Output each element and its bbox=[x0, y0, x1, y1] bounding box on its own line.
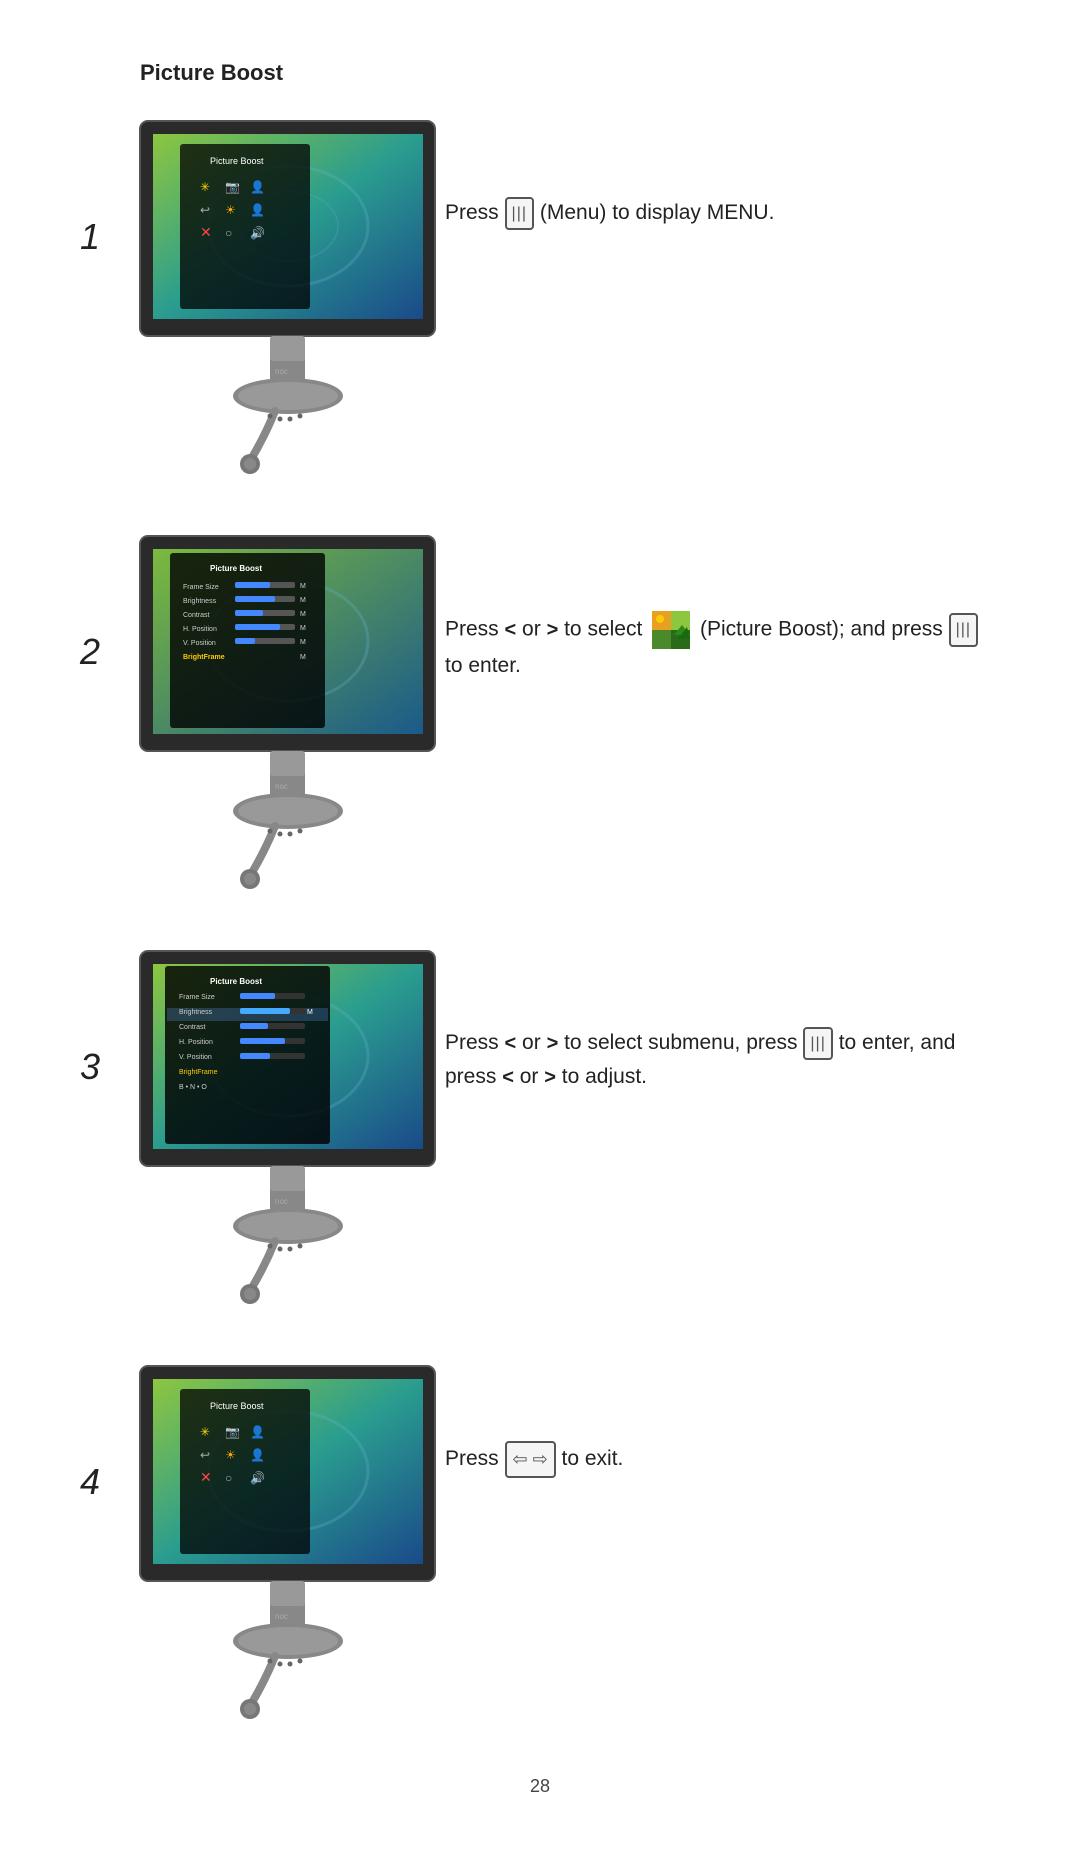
svg-text:noc: noc bbox=[275, 782, 288, 791]
step-1-monitor: Picture Boost ✳ 📷 👤 ↩ ☀ 👤 ✕ ○ 🔊 bbox=[135, 116, 445, 501]
svg-text:V. Position: V. Position bbox=[179, 1054, 212, 1061]
svg-text:👤: 👤 bbox=[250, 203, 265, 217]
or-label-3: or bbox=[522, 1031, 547, 1054]
svg-text:Frame Size: Frame Size bbox=[179, 994, 215, 1001]
svg-text:Contrast: Contrast bbox=[179, 1024, 206, 1031]
svg-text:○: ○ bbox=[225, 226, 232, 240]
to-adjust: to adjust. bbox=[562, 1065, 647, 1088]
chevron-right-3b: > bbox=[544, 1067, 556, 1089]
step-3-number: 3 bbox=[80, 946, 135, 1088]
page: Picture Boost 1 bbox=[0, 0, 1080, 1857]
press-label-3: Press bbox=[445, 1031, 505, 1054]
step-1-number: 1 bbox=[80, 116, 135, 258]
menu-button-icon-2: ||| bbox=[949, 613, 978, 647]
step-2-instruction: Press < or > to select (Picture Boost); … bbox=[445, 531, 1000, 683]
page-number: 28 bbox=[80, 1776, 1000, 1797]
step-4-number: 4 bbox=[80, 1361, 135, 1503]
step-2-number: 2 bbox=[80, 531, 135, 673]
svg-text:Contrast: Contrast bbox=[183, 612, 210, 619]
svg-text:BrightFrame: BrightFrame bbox=[179, 1069, 218, 1076]
chevron-right-2: > bbox=[547, 619, 559, 641]
svg-text:M: M bbox=[300, 597, 306, 604]
svg-text:Picture Boost: Picture Boost bbox=[210, 156, 264, 166]
step-2-row: 2 Picture Boost Frame Size M Brightness … bbox=[80, 531, 1000, 916]
svg-text:H. Position: H. Position bbox=[183, 626, 217, 633]
svg-text:M: M bbox=[300, 639, 306, 646]
chevron-right-3: > bbox=[547, 1032, 559, 1054]
svg-text:🔊: 🔊 bbox=[250, 225, 265, 240]
svg-text:Brightness: Brightness bbox=[179, 1009, 213, 1016]
svg-text:✳: ✳ bbox=[200, 180, 210, 194]
step-1-row: 1 bbox=[80, 116, 1000, 501]
svg-text:🔊: 🔊 bbox=[250, 1470, 265, 1485]
to-exit: to exit. bbox=[562, 1447, 624, 1470]
svg-text:☀: ☀ bbox=[225, 203, 236, 217]
or-label-3b: or bbox=[520, 1065, 545, 1088]
to-enter-2: to enter. bbox=[445, 654, 521, 677]
svg-text:noc: noc bbox=[275, 1612, 288, 1621]
svg-text:V. Position: V. Position bbox=[183, 640, 216, 647]
svg-text:H. Position: H. Position bbox=[179, 1039, 213, 1046]
svg-text:noc: noc bbox=[275, 1197, 288, 1206]
svg-text:Frame Size: Frame Size bbox=[183, 584, 219, 591]
press-label-2: Press bbox=[445, 618, 505, 641]
menu-button-icon: ||| bbox=[505, 197, 534, 231]
svg-text:✳: ✳ bbox=[200, 1425, 210, 1439]
step-3-row: 3 Picture Boost Frame Size Brightness M … bbox=[80, 946, 1000, 1331]
step-3-instruction: Press < or > to select submenu, press ||… bbox=[445, 946, 1000, 1094]
press-label: Press bbox=[445, 201, 499, 224]
svg-text:📷: 📷 bbox=[225, 180, 240, 194]
svg-text:M: M bbox=[300, 625, 306, 632]
svg-text:M: M bbox=[300, 654, 306, 661]
svg-text:noc: noc bbox=[275, 367, 288, 376]
svg-text:Picture Boost: Picture Boost bbox=[210, 564, 262, 573]
chevron-left-3: < bbox=[505, 1032, 517, 1054]
svg-text:M: M bbox=[300, 583, 306, 590]
svg-text:👤: 👤 bbox=[250, 1425, 265, 1439]
step-4-monitor: Picture Boost ✳ 📷 👤 ↩ ☀ 👤 ✕ ○ 🔊 bbox=[135, 1361, 445, 1746]
menu-button-icon-3: ||| bbox=[803, 1027, 832, 1061]
svg-text:Picture Boost: Picture Boost bbox=[210, 1401, 264, 1411]
page-title: Picture Boost bbox=[140, 60, 1000, 86]
step-1-text: (Menu) to display MENU. bbox=[540, 201, 775, 224]
svg-text:✕: ✕ bbox=[200, 224, 212, 240]
svg-text:☀: ☀ bbox=[225, 1448, 236, 1462]
svg-text:M: M bbox=[300, 611, 306, 618]
press-label-4: Press bbox=[445, 1447, 505, 1470]
svg-text:↩: ↩ bbox=[200, 203, 210, 217]
to-select-submenu: to select submenu, press bbox=[564, 1031, 803, 1054]
svg-text:M: M bbox=[307, 1009, 313, 1016]
svg-text:BrightFrame: BrightFrame bbox=[183, 654, 225, 661]
svg-text:B • N • O: B • N • O bbox=[179, 1084, 207, 1091]
step-1-instruction: Press ||| (Menu) to display MENU. bbox=[445, 116, 1000, 230]
picture-boost-icon bbox=[652, 611, 690, 649]
svg-text:Picture Boost: Picture Boost bbox=[210, 977, 262, 986]
step-4-row: 4 Picture Boost ✳ 📷 👤 ↩ ☀ 👤 ✕ ○ 🔊 bbox=[80, 1361, 1000, 1746]
step-4-instruction: Press ⇦ ⇨ to exit. bbox=[445, 1361, 1000, 1478]
picture-boost-label: (Picture Boost); and press bbox=[700, 618, 949, 641]
svg-text:📷: 📷 bbox=[225, 1425, 240, 1439]
svg-text:👤: 👤 bbox=[250, 1448, 265, 1462]
svg-text:Brightness: Brightness bbox=[183, 598, 217, 605]
svg-text:👤: 👤 bbox=[250, 180, 265, 194]
or-label-2: or bbox=[522, 618, 547, 641]
svg-text:✕: ✕ bbox=[200, 1469, 212, 1485]
chevron-left-2: < bbox=[505, 619, 517, 641]
chevron-left-3b: < bbox=[502, 1067, 514, 1089]
to-select-2: to select bbox=[564, 618, 648, 641]
step-3-monitor: Picture Boost Frame Size Brightness M Co… bbox=[135, 946, 445, 1331]
exit-button-icon: ⇦ ⇨ bbox=[505, 1441, 556, 1478]
step-2-monitor: Picture Boost Frame Size M Brightness M … bbox=[135, 531, 445, 916]
svg-text:↩: ↩ bbox=[200, 1448, 210, 1462]
svg-text:○: ○ bbox=[225, 1471, 232, 1485]
